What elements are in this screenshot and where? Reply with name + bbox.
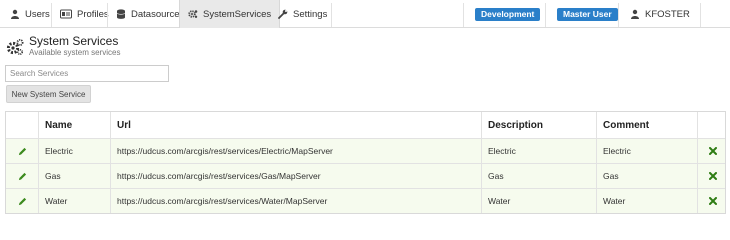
delete-button[interactable] <box>697 139 727 163</box>
table-row: Gas https://udcus.com/arcgis/rest/servic… <box>6 163 725 188</box>
cell-url: https://udcus.com/arcgis/rest/services/E… <box>110 139 481 163</box>
gears-icon <box>6 39 24 56</box>
cell-description: Gas <box>481 164 596 188</box>
pencil-icon <box>18 197 26 205</box>
user-menu[interactable]: KFOSTER <box>630 0 690 28</box>
new-system-service-button[interactable]: New System Service <box>6 85 91 103</box>
wrench-icon <box>278 9 288 19</box>
top-navbar: Users Profiles Datasource SystemServices… <box>0 0 730 28</box>
edit-button[interactable] <box>6 164 38 188</box>
cell-comment: Electric <box>596 139 697 163</box>
delete-button[interactable] <box>697 189 727 213</box>
column-header-name[interactable]: Name <box>38 112 110 138</box>
page-subtitle: Available system services <box>29 48 121 57</box>
nav-profiles-label: Profiles <box>77 8 109 20</box>
user-icon <box>631 9 639 19</box>
table-header-row: Name Url Description Comment <box>6 112 725 138</box>
nav-users[interactable]: Users <box>2 0 58 28</box>
nav-datasource-label: Datasource <box>131 8 180 20</box>
table-row: Water https://udcus.com/arcgis/rest/serv… <box>6 188 725 213</box>
pencil-icon <box>18 172 26 180</box>
nav-users-label: Users <box>25 8 50 20</box>
nav-settings-label: Settings <box>293 8 328 20</box>
search-input[interactable] <box>5 65 169 82</box>
column-header-url[interactable]: Url <box>110 112 481 138</box>
table-row: Electric https://udcus.com/arcgis/rest/s… <box>6 138 725 163</box>
close-icon <box>708 197 717 205</box>
column-header-description[interactable]: Description <box>481 112 596 138</box>
environment-badge: Development <box>475 8 541 21</box>
cell-description: Water <box>481 189 596 213</box>
cell-url: https://udcus.com/arcgis/rest/services/W… <box>110 189 481 213</box>
delete-button[interactable] <box>697 164 727 188</box>
cell-url: https://udcus.com/arcgis/rest/services/G… <box>110 164 481 188</box>
services-table: Name Url Description Comment Electric ht… <box>5 111 726 214</box>
user-icon <box>11 9 19 19</box>
header-edit-column <box>6 112 38 138</box>
cell-comment: Water <box>596 189 697 213</box>
nav-systemservices[interactable]: SystemServices <box>179 0 281 28</box>
page-header: System Services Available system service… <box>6 35 120 58</box>
id-card-icon <box>60 9 72 19</box>
close-icon <box>708 147 717 155</box>
database-icon <box>116 9 126 19</box>
nav-datasource[interactable]: Datasource <box>108 0 188 28</box>
nav-settings[interactable]: Settings <box>270 0 335 28</box>
pencil-icon <box>18 147 26 155</box>
edit-button[interactable] <box>6 139 38 163</box>
edit-button[interactable] <box>6 189 38 213</box>
gears-icon <box>188 10 198 18</box>
cell-name: Water <box>38 189 110 213</box>
cell-comment: Gas <box>596 164 697 188</box>
cell-name: Gas <box>38 164 110 188</box>
page-title: System Services <box>29 34 119 48</box>
cell-description: Electric <box>481 139 596 163</box>
nav-systemservices-label: SystemServices <box>203 8 272 20</box>
username: KFOSTER <box>645 8 690 20</box>
role-badge: Master User <box>557 8 618 21</box>
header-delete-column <box>697 112 727 138</box>
column-header-comment[interactable]: Comment <box>596 112 697 138</box>
cell-name: Electric <box>38 139 110 163</box>
close-icon <box>708 172 717 180</box>
